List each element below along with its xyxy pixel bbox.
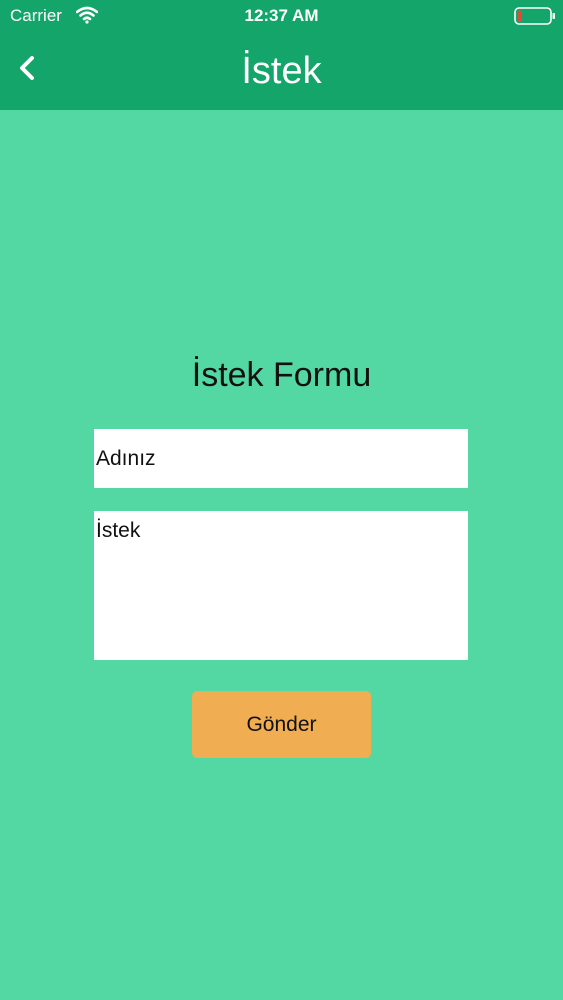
- battery-low-icon: [514, 7, 555, 25]
- form-title: İstek Formu: [191, 356, 372, 394]
- page-title: İstek: [241, 50, 322, 92]
- nav-bar: İstek: [0, 32, 563, 110]
- app-header: Carrier 12:37 AM İstek: [0, 0, 563, 110]
- request-textarea[interactable]: [94, 511, 468, 660]
- status-bar: Carrier 12:37 AM: [0, 0, 563, 32]
- name-input[interactable]: [94, 429, 468, 488]
- status-time: 12:37 AM: [244, 6, 319, 25]
- submit-button[interactable]: Gönder: [192, 691, 371, 758]
